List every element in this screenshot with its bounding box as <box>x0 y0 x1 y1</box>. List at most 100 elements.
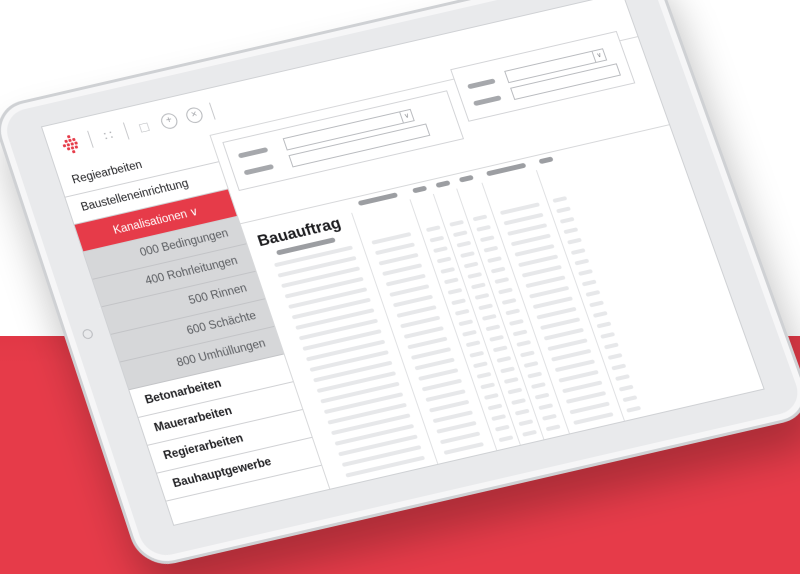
table-cell-placeholder <box>585 289 601 297</box>
grid-icon[interactable]: ∷ <box>98 126 118 145</box>
table-cell-placeholder <box>503 376 519 384</box>
toolbar-divider <box>208 102 216 120</box>
table-cell-placeholder <box>410 347 452 360</box>
table-cell-placeholder <box>378 252 419 266</box>
table-cell-placeholder <box>508 318 524 326</box>
column-divider <box>535 170 625 421</box>
table-cell-placeholder <box>476 224 492 232</box>
add-icon[interactable]: + <box>159 111 180 131</box>
table-cell-placeholder <box>559 216 575 224</box>
table-cell-placeholder <box>547 338 588 352</box>
close-icon[interactable]: × <box>184 105 205 125</box>
table-header <box>458 174 474 183</box>
table-cell-placeholder <box>407 336 448 350</box>
table-cell-placeholder <box>565 390 607 404</box>
table-cell-placeholder <box>432 410 474 424</box>
table-cell-placeholder <box>465 340 481 348</box>
table-cell-placeholder <box>414 357 455 371</box>
table-cell-placeholder <box>611 363 627 371</box>
table-cell-placeholder <box>485 324 501 332</box>
table-cell-placeholder <box>516 339 532 347</box>
toolbar-divider <box>87 130 94 148</box>
table-cell-placeholder <box>556 206 571 214</box>
table-cell-placeholder <box>443 442 485 455</box>
table-cell-placeholder <box>436 420 477 434</box>
table-cell-placeholder <box>433 246 448 254</box>
table-cell-placeholder <box>530 382 546 390</box>
table-cell-placeholder <box>511 398 527 406</box>
table-cell-placeholder <box>558 369 599 383</box>
table-cell-placeholder <box>467 271 483 279</box>
table-cell-placeholder <box>439 431 481 445</box>
table-cell-placeholder <box>536 306 577 320</box>
table-cell-placeholder <box>487 256 503 264</box>
table-cell-placeholder <box>400 315 441 329</box>
table-cell-placeholder <box>589 300 605 308</box>
table-cell-placeholder <box>600 331 616 339</box>
table-cell-placeholder <box>449 219 465 227</box>
table-cell-placeholder <box>514 408 530 416</box>
table-cell-placeholder <box>489 334 505 342</box>
table-cell-placeholder <box>626 405 642 413</box>
table-cell-placeholder <box>396 305 437 318</box>
table-cell-placeholder <box>505 308 521 316</box>
table-cell-placeholder <box>503 212 544 226</box>
table-cell-placeholder <box>596 321 612 329</box>
table-cell-placeholder <box>371 231 412 245</box>
table-cell-placeholder <box>487 403 503 411</box>
table-cell-placeholder <box>545 424 561 432</box>
table-cell-placeholder <box>497 287 513 295</box>
table-cell-placeholder <box>578 269 594 276</box>
table-cell-placeholder <box>494 277 510 285</box>
document-icon[interactable]: □ <box>134 118 155 137</box>
table-cell-placeholder <box>592 310 608 318</box>
table-cell-placeholder <box>490 266 506 274</box>
table-header <box>435 180 451 189</box>
table-cell-placeholder <box>476 371 492 379</box>
table-cell-placeholder <box>469 350 485 358</box>
table-cell-placeholder <box>498 435 514 443</box>
table-cell-placeholder <box>622 395 638 403</box>
table-cell-placeholder <box>517 254 559 268</box>
table-cell-placeholder <box>541 413 557 421</box>
table-cell-placeholder <box>429 235 445 243</box>
table-cell-placeholder <box>452 230 468 238</box>
table-cell-placeholder <box>456 240 472 248</box>
table-cell-placeholder <box>528 285 570 299</box>
table-cell-placeholder <box>428 399 470 413</box>
table-cell-placeholder <box>573 412 614 426</box>
table-cell-placeholder <box>532 296 574 310</box>
table-cell-placeholder <box>451 298 467 306</box>
table-header <box>538 156 554 165</box>
logo-icon <box>60 133 83 154</box>
table-cell-placeholder <box>483 245 499 253</box>
table-cell-placeholder <box>403 326 445 339</box>
table-cell-placeholder <box>479 235 495 243</box>
table-cell-placeholder <box>500 366 516 374</box>
table-cell-placeholder <box>480 382 496 390</box>
filter-label <box>237 147 269 159</box>
table-cell-placeholder <box>603 342 619 350</box>
table-header <box>357 192 399 206</box>
table-cell-placeholder <box>418 368 459 381</box>
table-cell-placeholder <box>562 380 603 394</box>
table-cell-placeholder <box>538 403 554 411</box>
table-cell-placeholder <box>499 202 541 216</box>
table-cell-placeholder <box>481 313 497 321</box>
table-cell-placeholder <box>443 277 459 285</box>
table-cell-placeholder <box>474 292 490 300</box>
table-cell-placeholder <box>454 308 470 316</box>
table-cell-placeholder <box>496 355 512 363</box>
table-cell-placeholder <box>523 360 539 368</box>
table-cell-placeholder <box>554 359 596 373</box>
table-cell-placeholder <box>421 378 463 392</box>
table-cell-placeholder <box>385 273 426 287</box>
table-cell-placeholder <box>374 242 416 256</box>
filter-label <box>472 95 502 107</box>
table-cell-placeholder <box>525 275 566 289</box>
table-cell-placeholder <box>392 294 434 308</box>
table-cell-placeholder <box>521 264 563 278</box>
table-cell-placeholder <box>492 345 508 353</box>
table-cell-placeholder <box>566 237 582 245</box>
table-cell-placeholder <box>539 317 581 331</box>
